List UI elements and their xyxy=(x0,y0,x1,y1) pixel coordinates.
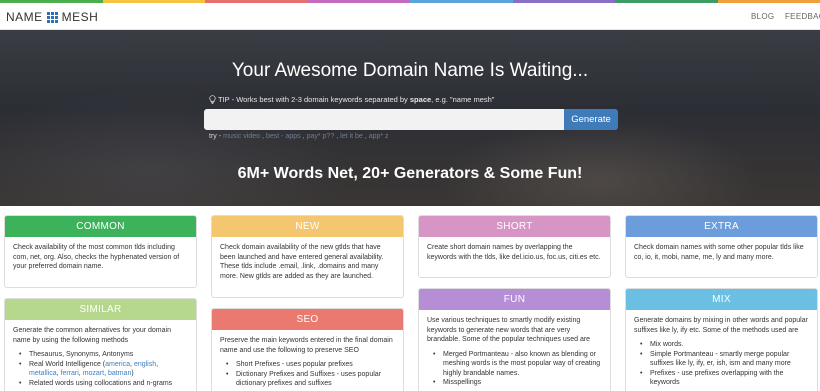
card-body-common: Check availability of the most common tl… xyxy=(13,244,180,270)
hero-title: Your Awesome Domain Name Is Waiting... xyxy=(231,60,589,81)
try-link[interactable]: let it be xyxy=(340,133,363,140)
card-extra[interactable]: EXTRA Check domain names with some other… xyxy=(625,215,818,278)
list-item: Short Prefixes - uses popular prefixes xyxy=(220,360,395,370)
brand-name-right: MESH xyxy=(61,10,99,24)
method-list: Merged Portmanteau - also known as blend… xyxy=(427,350,602,388)
card-header-seo[interactable]: SEO xyxy=(212,309,403,330)
hero-section: Your Awesome Domain Name Is Waiting... T… xyxy=(0,30,820,206)
card-body-seo: Preserve the main keywords entered in th… xyxy=(212,330,403,391)
try-suggestions: try - music video, best - apps, pay* p??… xyxy=(209,133,389,140)
card-seo[interactable]: SEO Preserve the main keywords entered i… xyxy=(211,308,404,391)
card-body-similar: Generate the common alternatives for you… xyxy=(5,320,196,391)
card-mix[interactable]: MIX Generate domains by mixing in other … xyxy=(625,288,818,391)
card-short[interactable]: SHORT Create short domain names by overl… xyxy=(418,215,611,278)
nav-blog-link[interactable]: BLOG xyxy=(751,12,774,21)
list-item: Mix words. xyxy=(634,340,809,350)
card-body-new: Check domain availability of the new gtl… xyxy=(220,244,384,280)
list-item: Real World Intelligence (america, englis… xyxy=(13,360,188,379)
list-item: Merged Portmanteau - also known as blend… xyxy=(427,350,602,379)
nav-feedback-link[interactable]: FEEDBACK xyxy=(785,12,820,21)
example-link[interactable]: batman xyxy=(108,370,131,377)
search-tip: TIP - Works best with 2-3 domain keyword… xyxy=(209,95,494,104)
generate-button[interactable]: Generate xyxy=(564,109,618,130)
tip-bold: space xyxy=(409,95,432,104)
card-text: Generate domains by mixing in other word… xyxy=(634,317,808,334)
method-list: Mix words. Simple Portmanteau - smartly … xyxy=(634,340,809,388)
card-fun[interactable]: FUN Use various techniques to smartly mo… xyxy=(418,288,611,391)
example-link[interactable]: english xyxy=(134,361,156,368)
card-header-similar[interactable]: SIMILAR xyxy=(5,299,196,320)
brand-name-left: NAME xyxy=(6,10,43,24)
card-header-mix[interactable]: MIX xyxy=(626,289,817,310)
card-text: Generate the common alternatives for you… xyxy=(13,327,171,344)
top-navbar: NAME MESH BLOG FEEDBACK xyxy=(0,3,820,30)
card-header-common[interactable]: COMMON xyxy=(5,216,196,237)
card-text: Use various techniques to smartly modify… xyxy=(427,317,591,343)
card-header-short[interactable]: SHORT xyxy=(419,216,610,237)
brand-logo[interactable]: NAME MESH xyxy=(6,10,98,24)
card-body-fun: Use various techniques to smartly modify… xyxy=(419,310,610,391)
list-item: Dictionary Prefixes and Suffixes - uses … xyxy=(220,370,395,389)
card-body-extra: Check domain names with some other popul… xyxy=(634,244,804,261)
list-item: Related words using collocations and n-g… xyxy=(13,379,188,389)
list-item: Prefixes - use prefixes overlapping with… xyxy=(634,369,809,388)
try-label: try - xyxy=(209,133,222,140)
method-list: Thesaurus, Synonyms, Antonyms Real World… xyxy=(13,350,188,388)
method-list: Short Prefixes - uses popular prefixes D… xyxy=(220,360,395,389)
card-body-short: Create short domain names by overlapping… xyxy=(427,244,601,261)
domain-search-input[interactable] xyxy=(204,109,565,130)
tip-text: TIP - Works best with 2-3 domain keyword… xyxy=(218,95,410,104)
example-link[interactable]: metallica xyxy=(29,370,57,377)
list-item: Simple Portmanteau - smartly merge popul… xyxy=(634,350,809,369)
card-new[interactable]: NEW Check domain availability of the new… xyxy=(211,215,404,298)
try-link[interactable]: pay* p?? xyxy=(307,133,335,140)
hero-subtitle: 6M+ Words Net, 20+ Generators & Some Fun… xyxy=(237,165,583,182)
card-header-new[interactable]: NEW xyxy=(212,216,403,237)
card-common[interactable]: COMMON Check availability of the most co… xyxy=(4,215,197,288)
card-body-mix: Generate domains by mixing in other word… xyxy=(626,310,817,391)
lightbulb-icon xyxy=(209,95,216,104)
example-link[interactable]: mozart xyxy=(83,370,104,377)
grid-icon xyxy=(46,11,58,23)
tip-suffix: , e.g. "name mesh" xyxy=(431,95,495,104)
card-header-fun[interactable]: FUN xyxy=(419,289,610,310)
list-item: Misspellings xyxy=(427,378,602,388)
try-link[interactable]: music video xyxy=(223,133,260,140)
card-similar[interactable]: SIMILAR Generate the common alternatives… xyxy=(4,298,197,391)
list-item: Thesaurus, Synonyms, Antonyms xyxy=(13,350,188,360)
card-header-extra[interactable]: EXTRA xyxy=(626,216,817,237)
card-text: Preserve the main keywords entered in th… xyxy=(220,337,393,354)
try-link[interactable]: best - apps xyxy=(266,133,301,140)
try-link[interactable]: app* z xyxy=(369,133,389,140)
example-link[interactable]: ferrari xyxy=(61,370,79,377)
example-link[interactable]: america xyxy=(105,361,130,368)
